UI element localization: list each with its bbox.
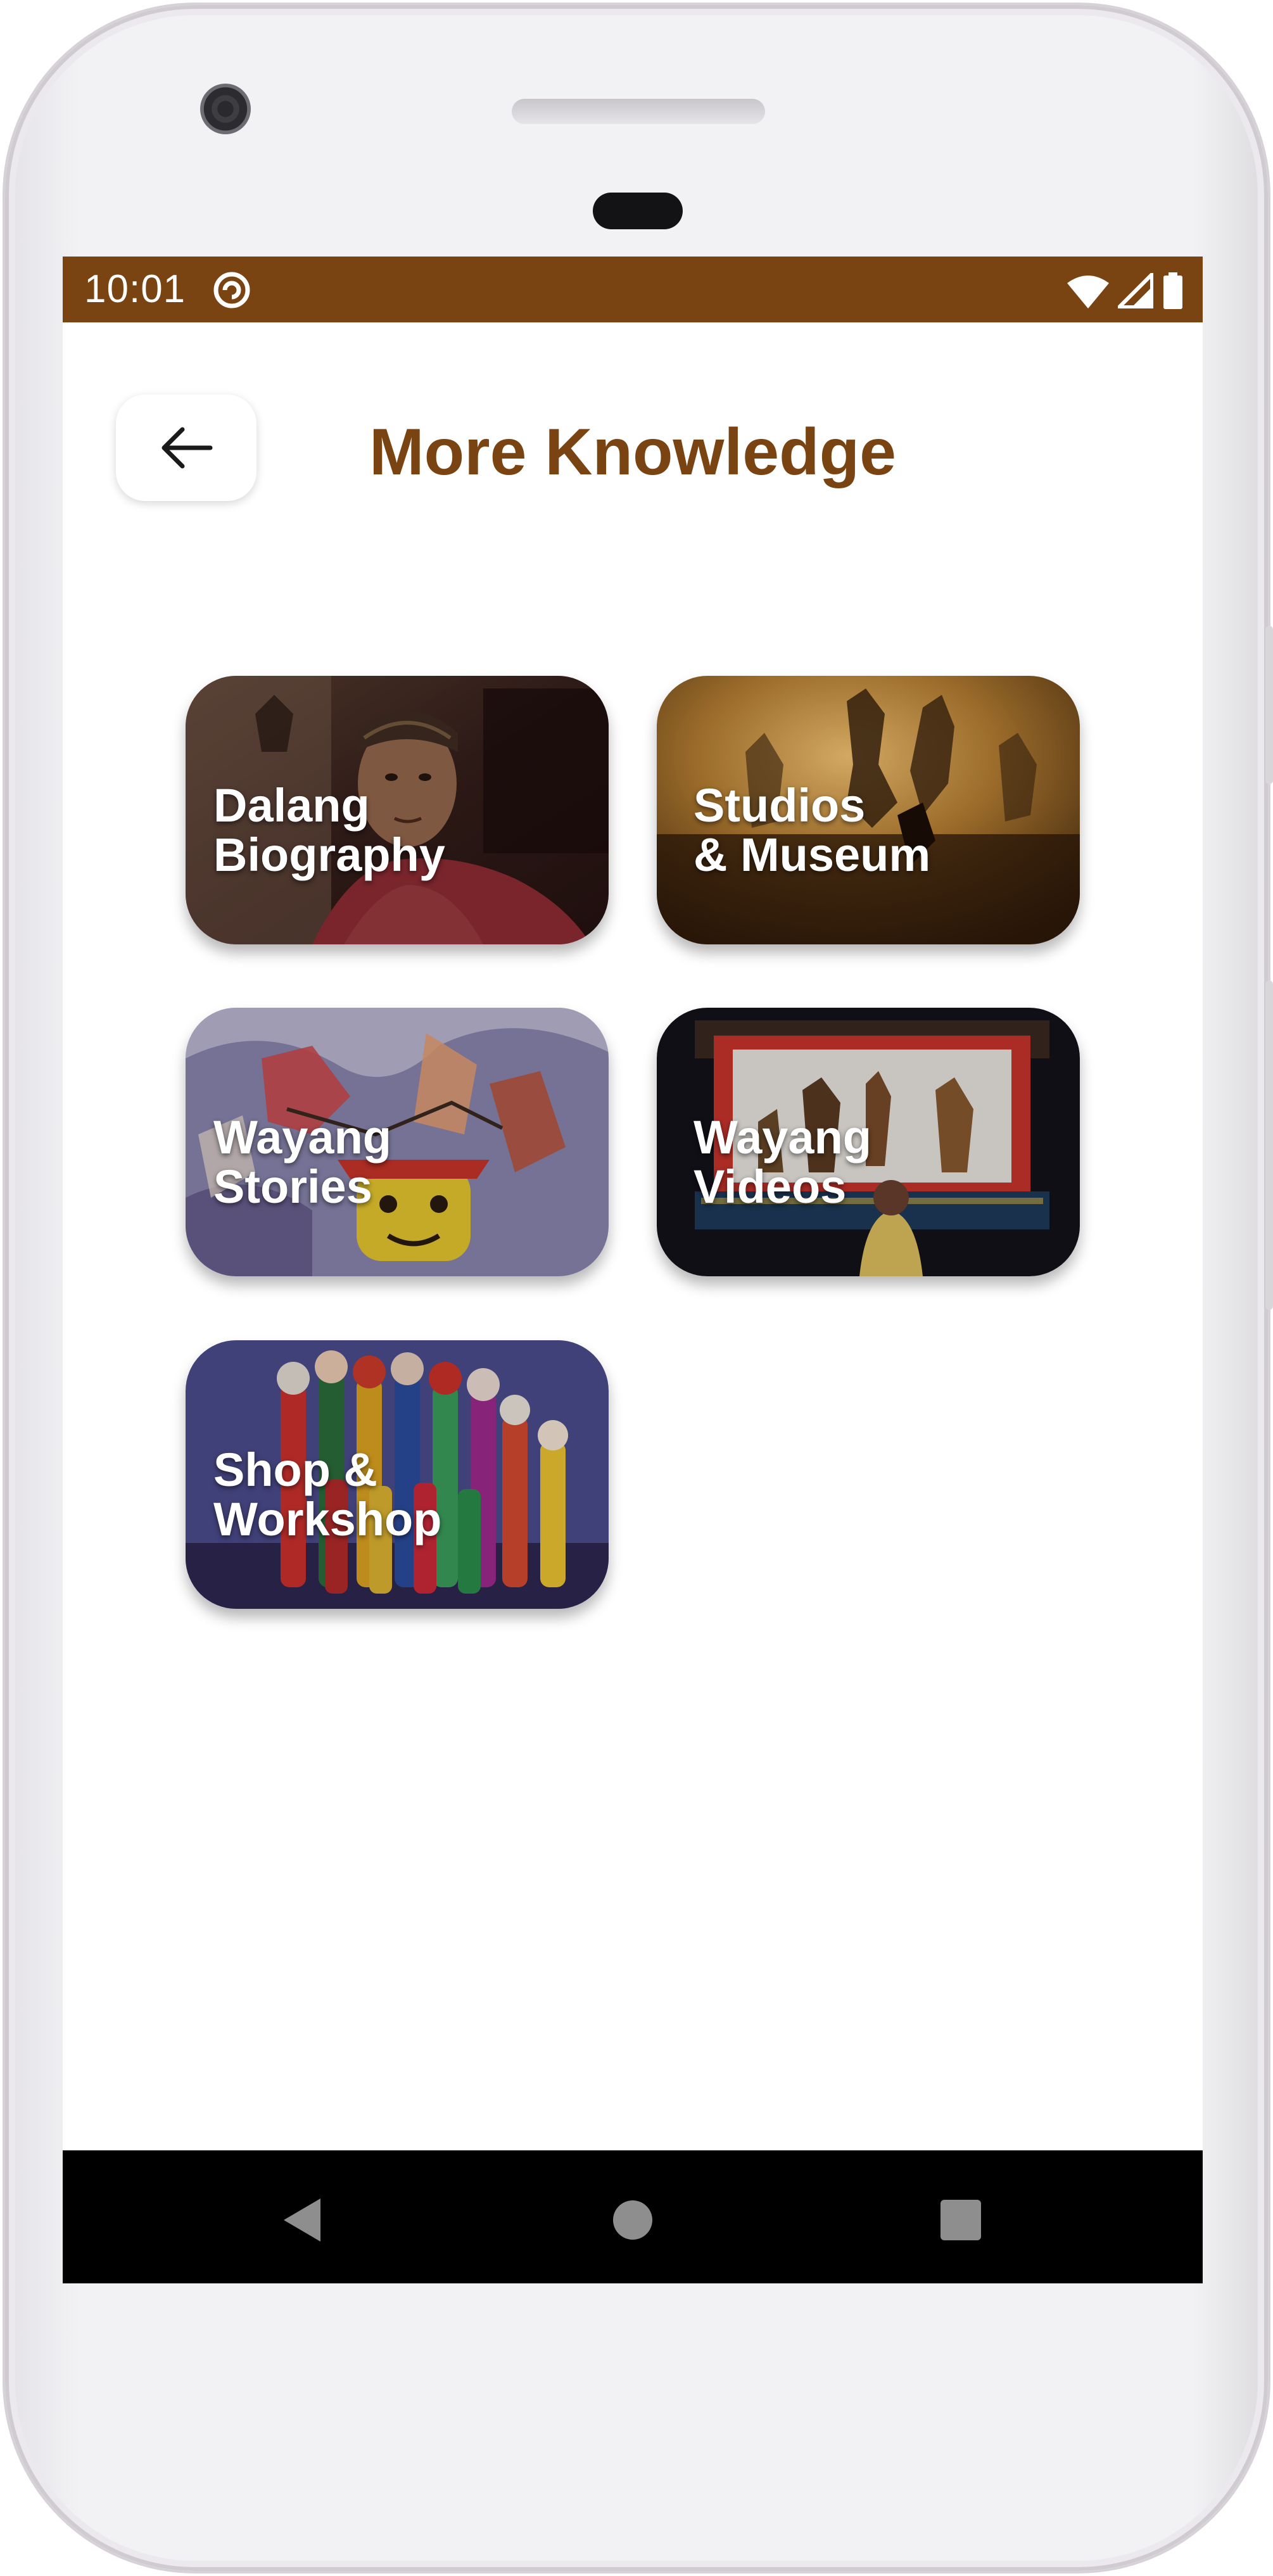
status-icons bbox=[1067, 272, 1184, 310]
battery-icon bbox=[1163, 272, 1182, 309]
do-not-disturb-icon bbox=[213, 272, 250, 308]
card-label: Shop & Workshop bbox=[213, 1445, 593, 1544]
card-shop-workshop[interactable]: Shop & Workshop bbox=[186, 1340, 609, 1609]
back-triangle-icon bbox=[284, 2198, 320, 2242]
card-label: Wayang Videos bbox=[694, 1113, 1074, 1212]
recents-square-icon bbox=[940, 2200, 981, 2240]
page-title: More Knowledge bbox=[369, 416, 897, 489]
nav-home-button[interactable] bbox=[607, 2195, 658, 2245]
card-label-line: Biography bbox=[213, 828, 445, 881]
status-time: 10:01 bbox=[84, 267, 186, 311]
nav-recents-button[interactable] bbox=[935, 2195, 986, 2245]
card-dalang-biography[interactable]: Dalang Biography bbox=[186, 676, 609, 944]
status-bar: 10:01 bbox=[63, 257, 1203, 322]
earpiece-sensor bbox=[593, 193, 683, 229]
top-speaker bbox=[512, 99, 765, 124]
card-label-line: & Museum bbox=[694, 828, 931, 881]
card-label-line: Studios bbox=[694, 779, 866, 832]
card-wayang-videos[interactable]: Wayang Videos bbox=[657, 1008, 1080, 1276]
card-label-line: Workshop bbox=[213, 1493, 442, 1545]
navigation-bar bbox=[63, 2150, 1203, 2283]
wifi-icon bbox=[1067, 276, 1109, 308]
nav-back-button[interactable] bbox=[277, 2195, 327, 2245]
card-label-line: Wayang bbox=[213, 1111, 391, 1164]
front-camera bbox=[200, 84, 251, 134]
home-circle-icon bbox=[613, 2200, 652, 2240]
cell-signal-icon bbox=[1118, 273, 1153, 308]
card-label: Dalang Biography bbox=[213, 781, 593, 880]
card-label: Wayang Stories bbox=[213, 1113, 593, 1212]
card-wayang-stories[interactable]: Wayang Stories bbox=[186, 1008, 609, 1276]
app-screen: 10:01 More Knowledge Dalang Biography St… bbox=[63, 257, 1203, 2283]
power-button bbox=[1265, 626, 1273, 784]
card-label: Studios & Museum bbox=[694, 781, 1074, 880]
arrow-left-icon bbox=[162, 427, 213, 469]
card-studios-museum[interactable]: Studios & Museum bbox=[657, 676, 1080, 944]
card-label-line: Dalang bbox=[213, 779, 370, 832]
card-label-line: Wayang bbox=[694, 1111, 871, 1164]
card-label-line: Stories bbox=[213, 1160, 372, 1213]
card-label-line: Shop & bbox=[213, 1443, 377, 1496]
volume-button bbox=[1265, 980, 1273, 1310]
card-label-line: Videos bbox=[694, 1160, 847, 1213]
back-button[interactable] bbox=[116, 395, 256, 501]
